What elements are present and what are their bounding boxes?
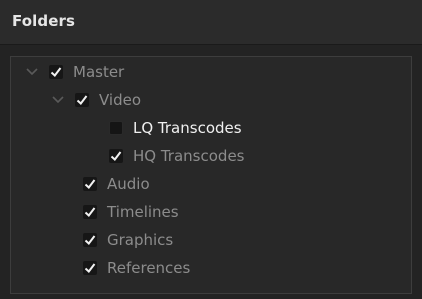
checkmark-icon — [84, 179, 96, 189]
checkmark-icon — [50, 67, 62, 77]
checkbox-references[interactable] — [83, 261, 97, 275]
tree-item-lq-transcodes[interactable]: LQ Transcodes — [109, 116, 242, 140]
tree-item-label: Audio — [107, 175, 150, 193]
folders-panel: Folders Master Video LQ Transcodes HQ Tr… — [0, 0, 422, 299]
checkbox-audio[interactable] — [83, 177, 97, 191]
chevron-down-icon[interactable] — [25, 65, 39, 79]
tree-item-label: Video — [99, 91, 142, 109]
tree-item-label: LQ Transcodes — [133, 119, 242, 137]
checkbox-lq-transcodes[interactable] — [109, 121, 123, 135]
checkmark-icon — [84, 263, 96, 273]
checkbox-master[interactable] — [49, 65, 63, 79]
checkbox-video[interactable] — [75, 93, 89, 107]
tree-item-graphics[interactable]: Graphics — [83, 228, 173, 252]
checkbox-timelines[interactable] — [83, 205, 97, 219]
checkmark-icon — [84, 235, 96, 245]
checkmark-icon — [110, 151, 122, 161]
tree-item-label: References — [107, 259, 191, 277]
chevron-down-icon[interactable] — [51, 93, 65, 107]
tree-item-master[interactable]: Master — [25, 60, 124, 84]
checkbox-graphics[interactable] — [83, 233, 97, 247]
tree-item-label: Timelines — [107, 203, 179, 221]
tree-item-label: HQ Transcodes — [133, 147, 245, 165]
tree-item-video[interactable]: Video — [51, 88, 141, 112]
tree-item-label: Graphics — [107, 231, 174, 249]
tree-item-references[interactable]: References — [83, 256, 190, 280]
panel-title: Folders — [12, 12, 76, 30]
checkmark-icon — [84, 207, 96, 217]
folder-tree: Master Video LQ Transcodes HQ Transcodes — [10, 56, 412, 294]
tree-item-audio[interactable]: Audio — [83, 172, 150, 196]
checkbox-hq-transcodes[interactable] — [109, 149, 123, 163]
tree-item-label: Master — [73, 63, 125, 81]
checkmark-icon — [76, 95, 88, 105]
panel-header: Folders — [0, 0, 422, 45]
tree-item-timelines[interactable]: Timelines — [83, 200, 179, 224]
tree-item-hq-transcodes[interactable]: HQ Transcodes — [109, 144, 244, 168]
